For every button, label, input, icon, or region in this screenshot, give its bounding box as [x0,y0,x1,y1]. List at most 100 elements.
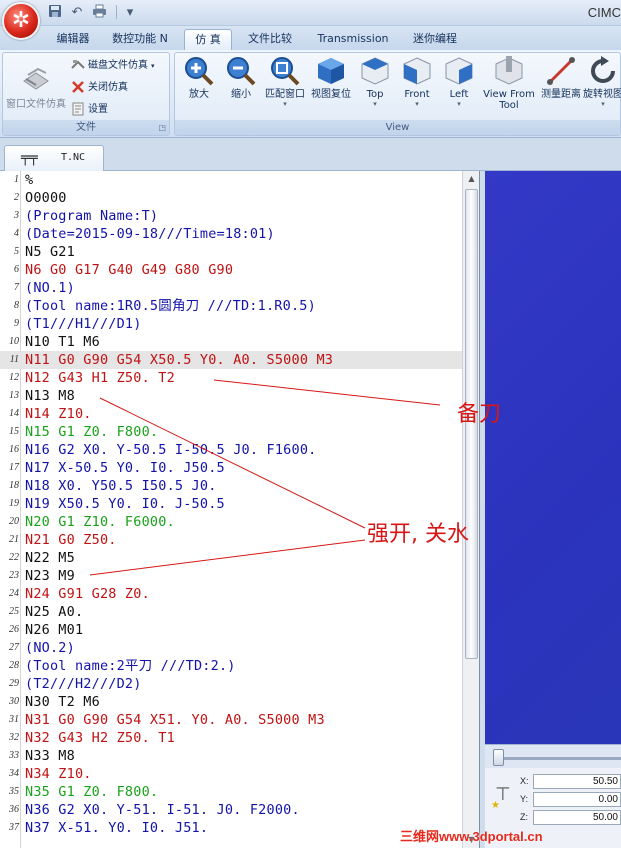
window-file-sim-button[interactable]: 窗口文件仿真 [5,55,67,121]
code-line[interactable]: 18 N18 X0. Y50.5 I50.5 J0. [0,477,462,495]
code-text: % [25,172,34,188]
line-number: 36 [9,804,19,815]
measure-distance-button[interactable]: 测量距离 [539,55,583,121]
code-line[interactable]: 16 N16 G2 X0. Y-50.5 I-50.5 J0. F1600. [0,441,462,459]
code-line[interactable]: 27 (NO.2) [0,639,462,657]
print-icon[interactable] [90,4,108,22]
code-line[interactable]: 34 N34 Z10. [0,765,462,783]
code-line[interactable]: 33 N33 M8 [0,747,462,765]
zoom-fit-icon [271,57,300,86]
code-text: N14 Z10. [25,406,92,422]
code-line[interactable]: 29 (T2///H2///D2) [0,675,462,693]
code-line[interactable]: 24 N24 G91 G28 Z0. [0,585,462,603]
tab-simulation[interactable]: 仿 真 [184,29,232,50]
code-line[interactable]: 1% [0,171,462,189]
code-line[interactable]: 9 (T1///H1///D1) [0,315,462,333]
code-line[interactable]: 21 N21 G0 Z50. [0,531,462,549]
line-number: 14 [9,408,19,419]
code-line[interactable]: 19 N19 X50.5 Y0. I0. J-50.5 [0,495,462,513]
line-number: 12 [9,372,19,383]
code-line[interactable]: 14 N14 Z10. [0,405,462,423]
line-number: 22 [9,552,19,563]
code-text: N5 G21 [25,244,75,260]
view-from-tool-button[interactable]: View From Tool [481,55,537,121]
dialog-launcher-icon[interactable]: ◳ [158,123,166,132]
code-text: (T2///H2///D2) [25,676,142,692]
qat-separator [116,5,117,19]
code-line[interactable]: 37 N37 X-51. Y0. I0. J51. [0,819,462,837]
code-line[interactable]: 2 O0000 [0,189,462,207]
code-line[interactable]: 26 N26 M01 [0,621,462,639]
code-text: N22 M5 [25,550,75,566]
scroll-up-icon[interactable]: ▲ [463,171,479,187]
code-line[interactable]: 35 N35 G1 Z0. F800. [0,783,462,801]
code-text: N10 T1 M6 [25,334,100,350]
top-view-button[interactable]: Top ▾ [355,55,395,121]
fit-window-button[interactable]: 匹配窗口 ▾ [263,55,307,121]
application-menu-button[interactable]: ✲ [2,2,40,40]
code-line[interactable]: 11 N11 G0 G90 G54 X50.5 Y0. A0. S5000 M3 [0,351,462,369]
line-number: 34 [9,768,19,779]
line-number: 37 [9,822,19,833]
code-line[interactable]: 17 N17 X-50.5 Y0. I0. J50.5 [0,459,462,477]
code-editor[interactable]: 1% 2 O0000 3 (Program Name:T) 4 (Date=2015-09-… [0,171,480,848]
zoom-out-button[interactable]: 缩小 [221,55,261,121]
code-line[interactable]: 32 N32 G43 H2 Z50. T1 [0,729,462,747]
code-line[interactable]: 4 (Date=2015-09-18///Time=18:01) [0,225,462,243]
x-coordinate-field: 50.50 [533,774,621,789]
save-icon[interactable] [46,4,64,22]
code-line[interactable]: 36 N36 G2 X0. Y-51. I-51. J0. F2000. [0,801,462,819]
code-line[interactable]: 31 N31 G0 G90 G54 X51. Y0. A0. S5000 M3 [0,711,462,729]
code-line[interactable]: 28 (Tool name:2平刀 ///TD:2.) [0,657,462,675]
left-view-icon [445,57,473,85]
code-text: N32 G43 H2 Z50. T1 [25,730,175,746]
code-line[interactable]: 22 N22 M5 [0,549,462,567]
scroll-thumb[interactable] [465,189,478,659]
left-view-button[interactable]: Left ▾ [439,55,479,121]
line-number: 5 [14,246,19,257]
line-number: 28 [9,660,19,671]
tab-nc-functions[interactable]: 数控功能 N [104,29,176,50]
code-line[interactable]: 15 N15 G1 Z0. F800. [0,423,462,441]
front-view-button[interactable]: Front ▾ [397,55,437,121]
code-line[interactable]: 6 N6 G0 G17 G40 G49 G80 G90 [0,261,462,279]
customize-qat-icon[interactable]: ▾ [121,4,139,22]
simulation-viewport[interactable] [485,171,621,744]
code-line[interactable]: 25 N25 A0. [0,603,462,621]
close-sim-button[interactable]: 关闭仿真 [71,79,128,97]
zoom-in-button[interactable]: 放大 [179,55,219,121]
document-tab[interactable]: ╤╤ T.NC [4,145,104,171]
view-reset-button[interactable]: 视图复位 [309,55,353,121]
tab-file-compare[interactable]: 文件比较 [238,29,302,50]
line-number: 23 [9,570,19,581]
rotate-view-button[interactable]: 旋转视图 ▾ [583,55,621,121]
line-number: 13 [9,390,19,401]
code-text: N36 G2 X0. Y-51. I-51. J0. F2000. [25,802,300,818]
code-line[interactable]: 12 N12 G43 H1 Z50. T2 [0,369,462,387]
tab-transmission[interactable]: Transmission [308,29,398,50]
code-line[interactable]: 8 (Tool name:1R0.5圆角刀 ///TD:1.R0.5) [0,297,462,315]
code-text: N34 Z10. [25,766,92,782]
code-text: (NO.2) [25,640,75,656]
line-number: 4 [14,228,19,239]
code-line[interactable]: 3 (Program Name:T) [0,207,462,225]
code-line[interactable]: 10 N10 T1 M6 [0,333,462,351]
tab-editor[interactable]: 编辑器 [46,29,100,50]
code-text: N18 X0. Y50.5 I50.5 J0. [25,478,217,494]
code-line[interactable]: 30 N30 T2 M6 [0,693,462,711]
simulation-slider-track[interactable] [493,757,621,760]
code-line[interactable]: 23 N23 M9 [0,567,462,585]
settings-button[interactable]: 设置 [71,101,108,119]
simulation-slider-thumb[interactable] [493,749,504,766]
code-text: (Tool name:1R0.5圆角刀 ///TD:1.R0.5) [25,298,316,314]
tab-mini-programming[interactable]: 迷你编程 [404,29,466,50]
code-line[interactable]: 7 (NO.1) [0,279,462,297]
disk-file-sim-button[interactable]: 磁盘文件仿真 ▾ [71,57,155,75]
code-text: N12 G43 H1 Z50. T2 [25,370,175,386]
code-line[interactable]: 20 N20 G1 Z10. F6000. [0,513,462,531]
vertical-scrollbar[interactable]: ▲ ▼ [462,171,479,848]
code-line[interactable]: 5 N5 G21 [0,243,462,261]
line-number: 32 [9,732,19,743]
undo-icon[interactable]: ↶ [68,4,86,22]
code-line[interactable]: 13 N13 M8 [0,387,462,405]
